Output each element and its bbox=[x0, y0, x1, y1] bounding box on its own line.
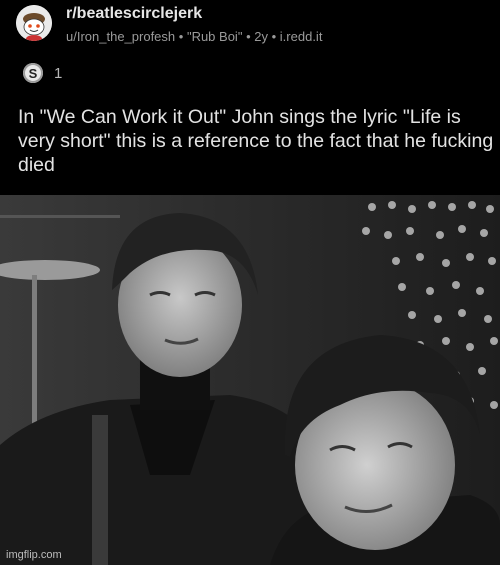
subreddit-avatar-icon[interactable] bbox=[16, 5, 52, 41]
post-domain[interactable]: i.redd.it bbox=[280, 29, 323, 44]
post-title[interactable]: In "We Can Work it Out" John sings the l… bbox=[18, 105, 498, 177]
post-meta: u/Iron_the_profesh • "Rub Boi" • 2y • i.… bbox=[66, 29, 322, 44]
meme-photo bbox=[0, 195, 500, 565]
silver-award-icon: S bbox=[23, 63, 43, 83]
award-row[interactable]: S 1 bbox=[23, 61, 62, 85]
imgflip-watermark: imgflip.com bbox=[6, 549, 62, 561]
meta-separator: • bbox=[246, 29, 251, 44]
user-flair: "Rub Boi" bbox=[186, 29, 243, 44]
author-link[interactable]: u/Iron_the_profesh bbox=[66, 29, 175, 44]
award-count: 1 bbox=[54, 64, 63, 82]
post-image[interactable]: imgflip.com bbox=[0, 195, 500, 565]
post-header: r/beatlescirclejerk u/Iron_the_profesh •… bbox=[0, 0, 500, 195]
post-age: 2y bbox=[254, 29, 268, 44]
subreddit-name[interactable]: r/beatlescirclejerk bbox=[66, 5, 202, 23]
